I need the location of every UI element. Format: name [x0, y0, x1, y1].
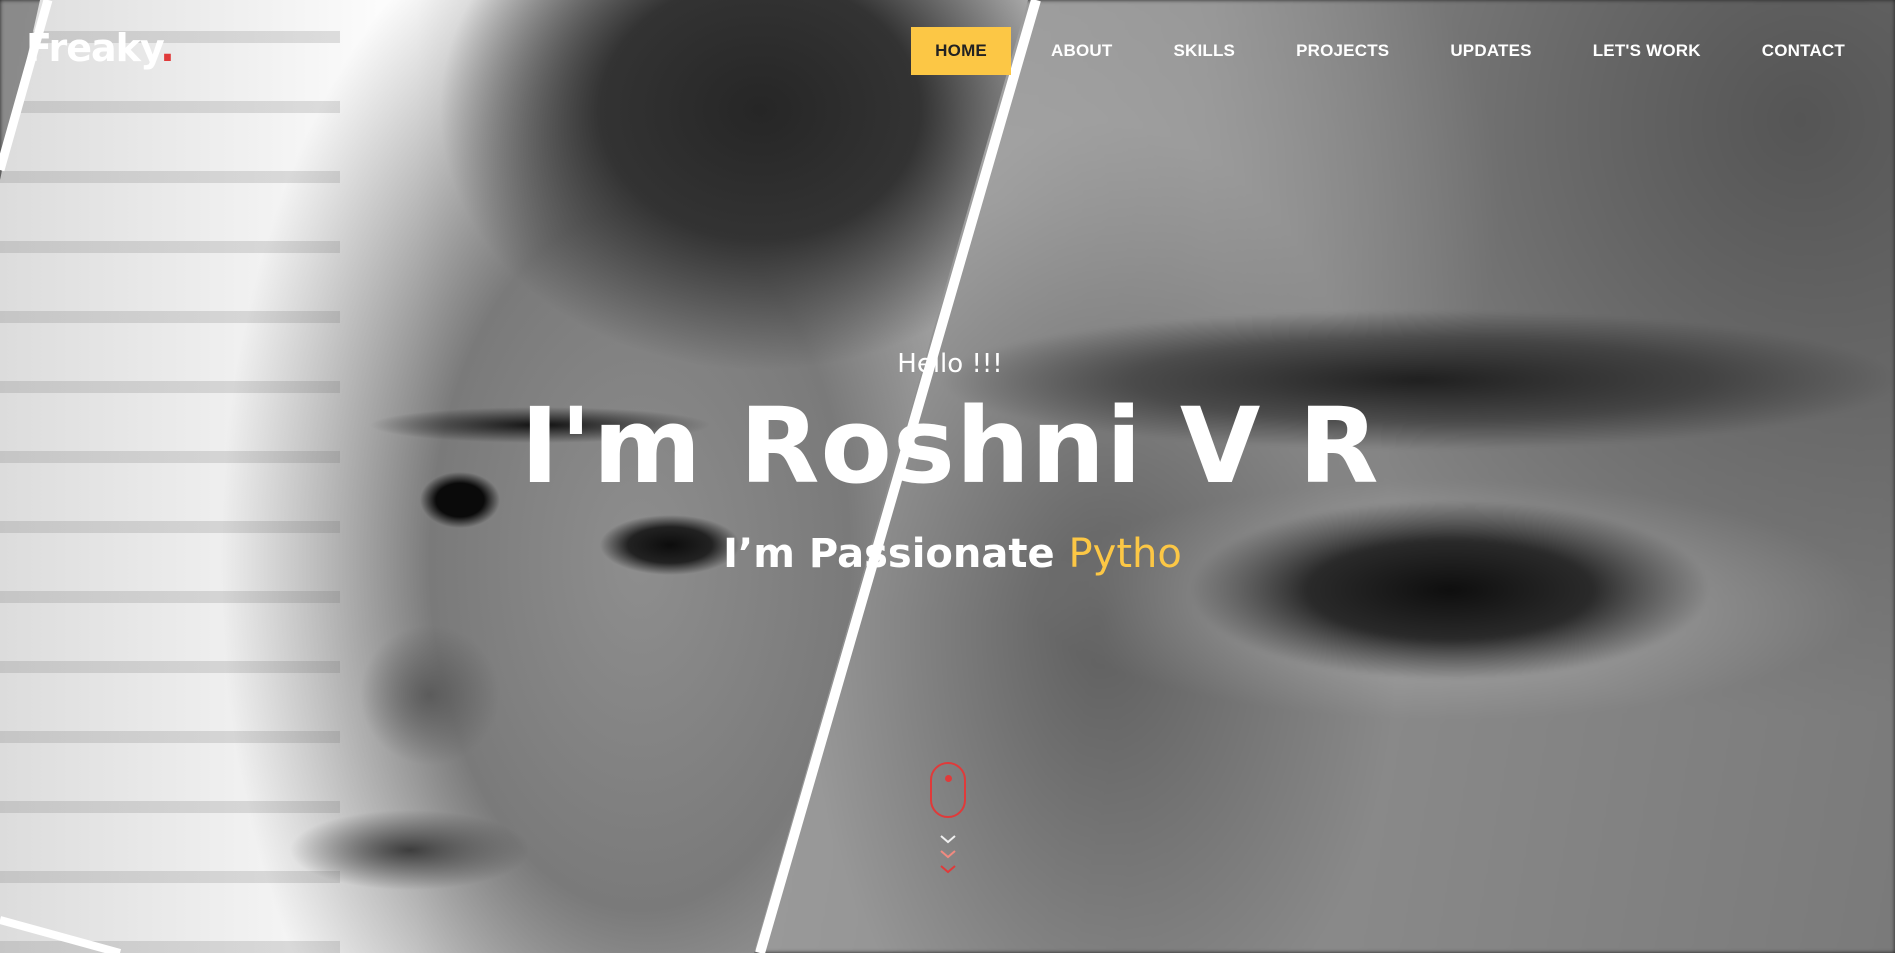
chevron-down-icon: [940, 865, 956, 874]
nav-item-about[interactable]: ABOUT: [1027, 27, 1136, 75]
site-logo[interactable]: Freaky.: [26, 26, 175, 70]
chevron-down-icon: [940, 835, 956, 844]
main-navigation: HOME ABOUT SKILLS PROJECTS UPDATES LET'S…: [911, 26, 1895, 76]
nav-item-contact[interactable]: CONTACT: [1738, 27, 1869, 75]
mouse-scroll-icon[interactable]: [930, 762, 966, 818]
logo-dot: .: [160, 26, 174, 70]
hero-tagline: I’m Passionate Pytho: [0, 531, 1895, 577]
mouse-wheel-dot: [945, 775, 952, 782]
tagline-typed-text: Pytho: [1068, 531, 1182, 577]
nav-item-projects[interactable]: PROJECTS: [1272, 27, 1413, 75]
nav-item-lets-work[interactable]: LET'S WORK: [1569, 27, 1725, 75]
nav-item-skills[interactable]: SKILLS: [1149, 27, 1259, 75]
tagline-prefix: I’m Passionate: [723, 531, 1069, 577]
nav-item-updates[interactable]: UPDATES: [1426, 27, 1555, 75]
logo-text: Freaky: [26, 26, 161, 70]
hero-greeting: Hello !!!: [897, 349, 1003, 379]
hero-name-heading: I'm Roshni V R: [520, 385, 1380, 507]
chevron-down-icon: [940, 850, 956, 859]
nav-item-home[interactable]: HOME: [911, 27, 1011, 75]
scroll-down-chevrons[interactable]: [938, 832, 958, 878]
